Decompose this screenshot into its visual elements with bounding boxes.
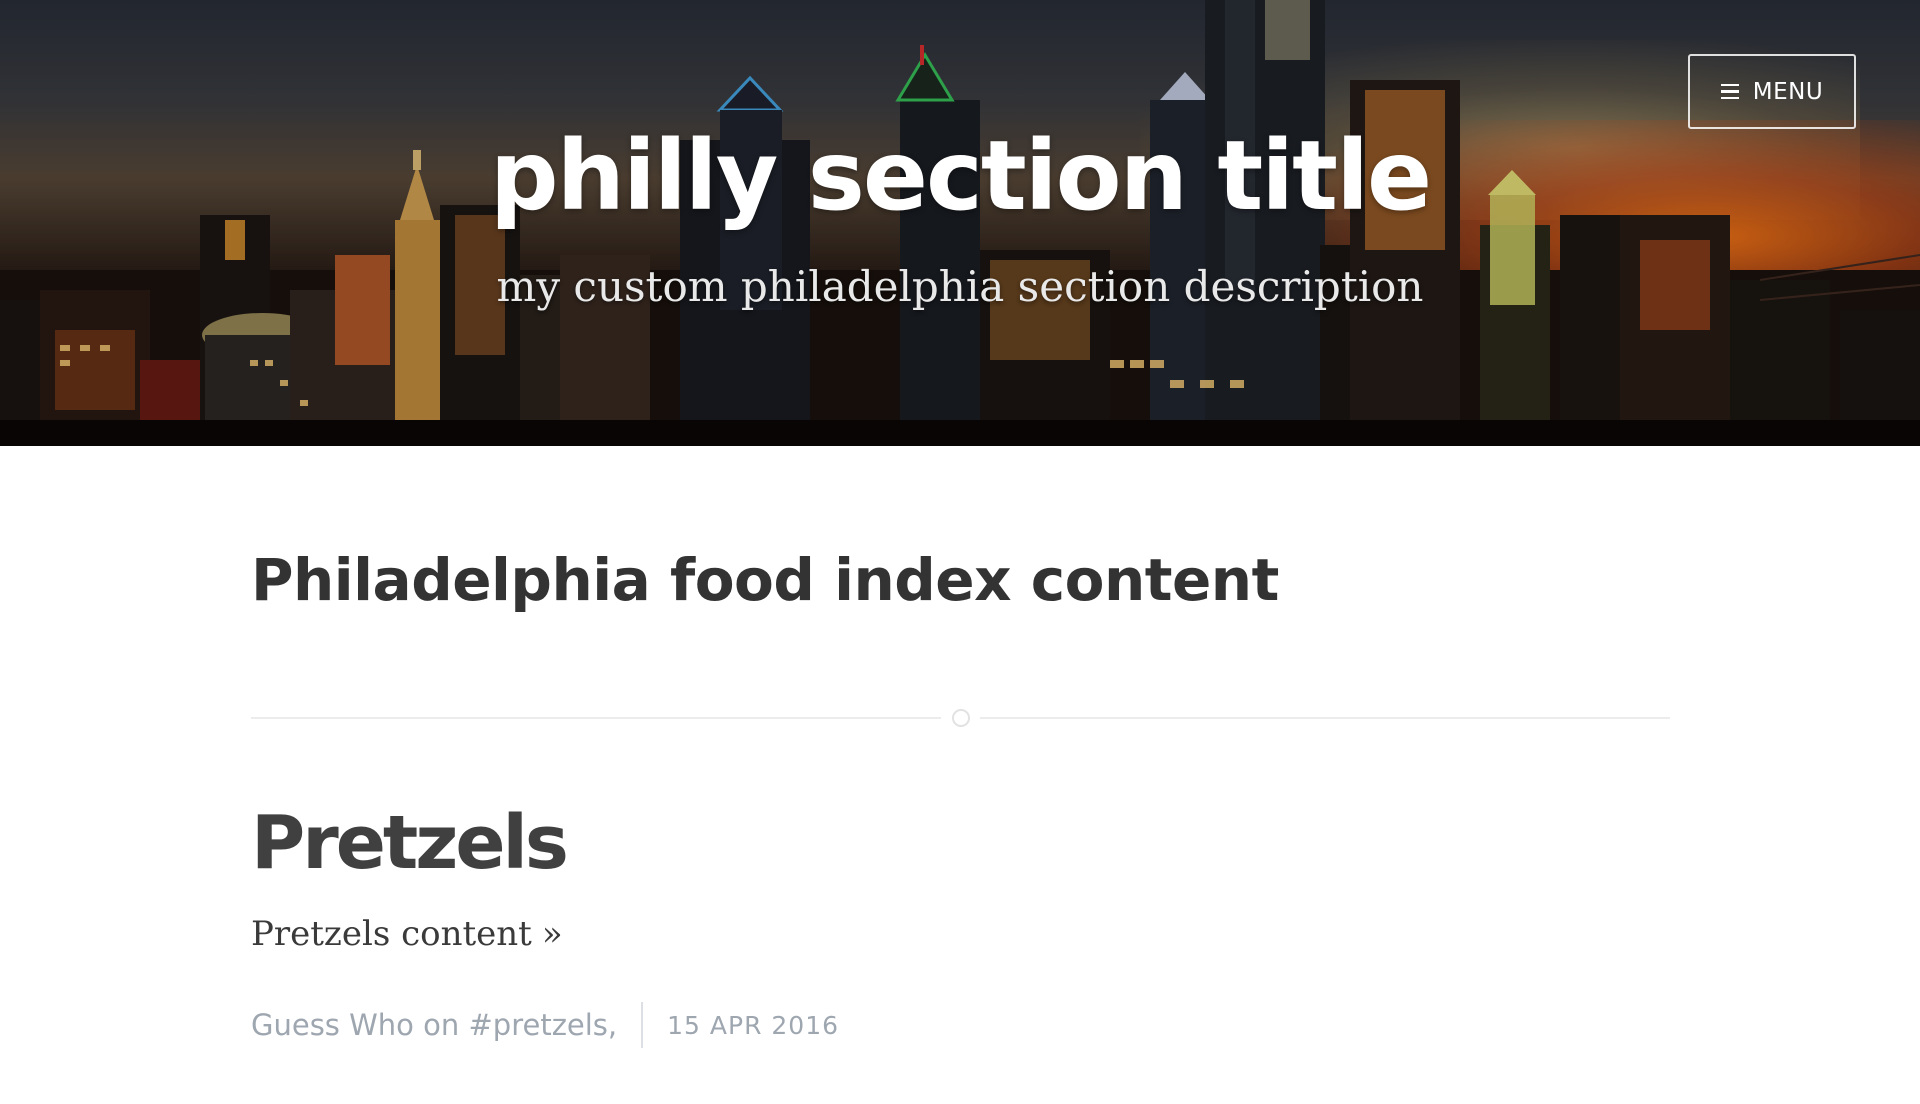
site-title[interactable]: philly section title	[0, 120, 1920, 232]
post-date: 15 APR 2016	[667, 1010, 840, 1040]
read-more-link[interactable]: »	[542, 914, 563, 954]
post-meta: Guess Who on #pretzels, 15 APR 2016	[251, 1002, 839, 1048]
hero-header: MENU philly section title my custom phil…	[0, 0, 1920, 446]
section-divider	[251, 708, 1670, 728]
hamburger-icon	[1720, 83, 1739, 100]
divider-line-left	[251, 717, 941, 719]
meta-separator	[641, 1002, 644, 1048]
menu-button[interactable]: MENU	[1688, 54, 1856, 129]
post-excerpt: Pretzels content»	[251, 914, 563, 954]
menu-button-label: MENU	[1752, 78, 1824, 105]
post-title-link[interactable]: Pretzels	[251, 800, 569, 886]
site-description: my custom philadelphia section descripti…	[496, 262, 1424, 311]
page-heading: Philadelphia food index content	[251, 546, 1279, 614]
post-author-tag[interactable]: Guess Who on #pretzels,	[251, 1008, 617, 1042]
circle-icon	[952, 709, 970, 727]
post-excerpt-text: Pretzels content	[251, 914, 532, 954]
divider-line-right	[980, 717, 1670, 719]
